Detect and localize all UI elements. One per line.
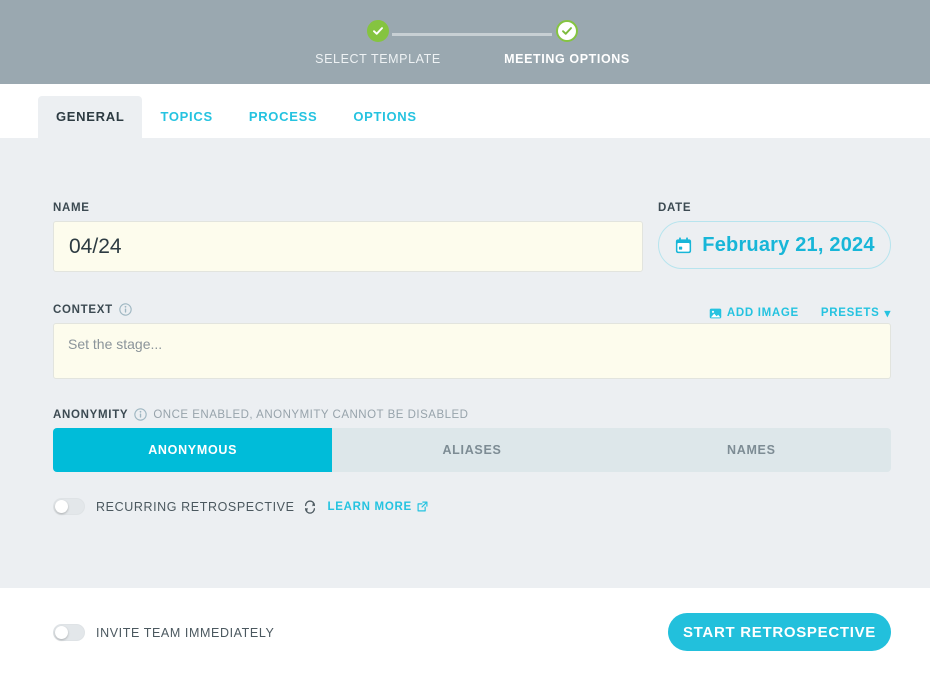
date-picker-button[interactable]: February 21, 2024	[658, 221, 891, 269]
stepper-step-meeting-options[interactable]: MEETING OPTIONS	[477, 20, 657, 66]
general-settings-panel: NAME DATE February 21, 2024	[0, 138, 930, 588]
recurring-retrospective-label: RECURRING RETROSPECTIVE	[96, 500, 295, 514]
check-circle-filled-icon	[367, 20, 389, 42]
anonymity-hint: ONCE ENABLED, ANONYMITY CANNOT BE DISABL…	[153, 409, 468, 421]
date-field-group: DATE February 21, 2024	[658, 202, 891, 269]
name-label-text: NAME	[53, 202, 90, 214]
invite-team-label: INVITE TEAM IMMEDIATELY	[96, 626, 274, 640]
toggle-knob	[55, 626, 68, 639]
add-image-button[interactable]: ADD IMAGE	[709, 307, 799, 320]
context-label: CONTEXT	[53, 303, 132, 316]
external-link-icon	[417, 501, 428, 512]
anonymity-field-group: ANONYMITY ONCE ENABLED, ANONYMITY CANNOT…	[53, 408, 891, 472]
anonymity-segmented-control: ANONYMOUS ALIASES NAMES	[53, 428, 891, 472]
context-label-text: CONTEXT	[53, 304, 113, 316]
context-header: CONTEXT	[53, 303, 891, 323]
tab-topics[interactable]: TOPICS	[142, 96, 230, 138]
context-field-group: CONTEXT	[53, 303, 891, 384]
anonymity-label-text: ANONYMITY	[53, 409, 128, 421]
start-retrospective-button[interactable]: START RETROSPECTIVE	[668, 613, 891, 651]
repeat-icon	[303, 500, 317, 514]
tab-general[interactable]: GENERAL	[38, 96, 142, 138]
toggle-knob	[55, 500, 68, 513]
tab-process[interactable]: PROCESS	[231, 96, 335, 138]
anonymity-option-aliases[interactable]: ALIASES	[332, 428, 611, 472]
context-actions: ADD IMAGE PRESETS ▾	[709, 306, 891, 320]
context-textarea[interactable]	[53, 323, 891, 379]
date-label: DATE	[658, 202, 891, 214]
info-icon[interactable]	[134, 408, 147, 421]
image-icon	[709, 307, 722, 320]
learn-more-label: LEARN MORE	[328, 501, 412, 513]
calendar-icon	[674, 236, 693, 255]
info-icon[interactable]	[119, 303, 132, 316]
presets-dropdown[interactable]: PRESETS ▾	[821, 306, 891, 320]
presets-label: PRESETS	[821, 307, 880, 319]
anonymity-option-names[interactable]: NAMES	[612, 428, 891, 472]
recurring-retrospective-label-group: RECURRING RETROSPECTIVE	[96, 500, 317, 514]
check-circle-outline-icon	[556, 20, 578, 42]
date-value: February 21, 2024	[702, 234, 874, 257]
invite-team-toggle[interactable]	[53, 624, 85, 641]
anonymity-option-anonymous[interactable]: ANONYMOUS	[53, 428, 332, 472]
name-input[interactable]	[53, 221, 643, 272]
tab-bar: GENERAL TOPICS PROCESS OPTIONS	[0, 84, 945, 138]
stepper-step-label: SELECT TEMPLATE	[288, 52, 468, 66]
name-field-group: NAME	[53, 202, 643, 272]
chevron-down-icon: ▾	[885, 306, 891, 320]
add-image-label: ADD IMAGE	[727, 307, 799, 319]
stepper-step-label: MEETING OPTIONS	[477, 52, 657, 66]
recurring-retrospective-toggle[interactable]	[53, 498, 85, 515]
wizard-header: SELECT TEMPLATE MEETING OPTIONS	[0, 0, 930, 84]
recurring-retrospective-row: RECURRING RETROSPECTIVE LEARN MORE	[53, 498, 428, 515]
tab-options[interactable]: OPTIONS	[335, 96, 434, 138]
wizard-stepper: SELECT TEMPLATE MEETING OPTIONS	[0, 0, 930, 84]
stepper-step-select-template[interactable]: SELECT TEMPLATE	[288, 20, 468, 66]
date-label-text: DATE	[658, 202, 691, 214]
anonymity-label: ANONYMITY ONCE ENABLED, ANONYMITY CANNOT…	[53, 408, 891, 421]
create-retrospective-screen: SELECT TEMPLATE MEETING OPTIONS GENERAL …	[0, 0, 945, 680]
learn-more-link[interactable]: LEARN MORE	[328, 501, 428, 513]
name-label: NAME	[53, 202, 643, 214]
invite-team-row: INVITE TEAM IMMEDIATELY	[53, 624, 274, 641]
